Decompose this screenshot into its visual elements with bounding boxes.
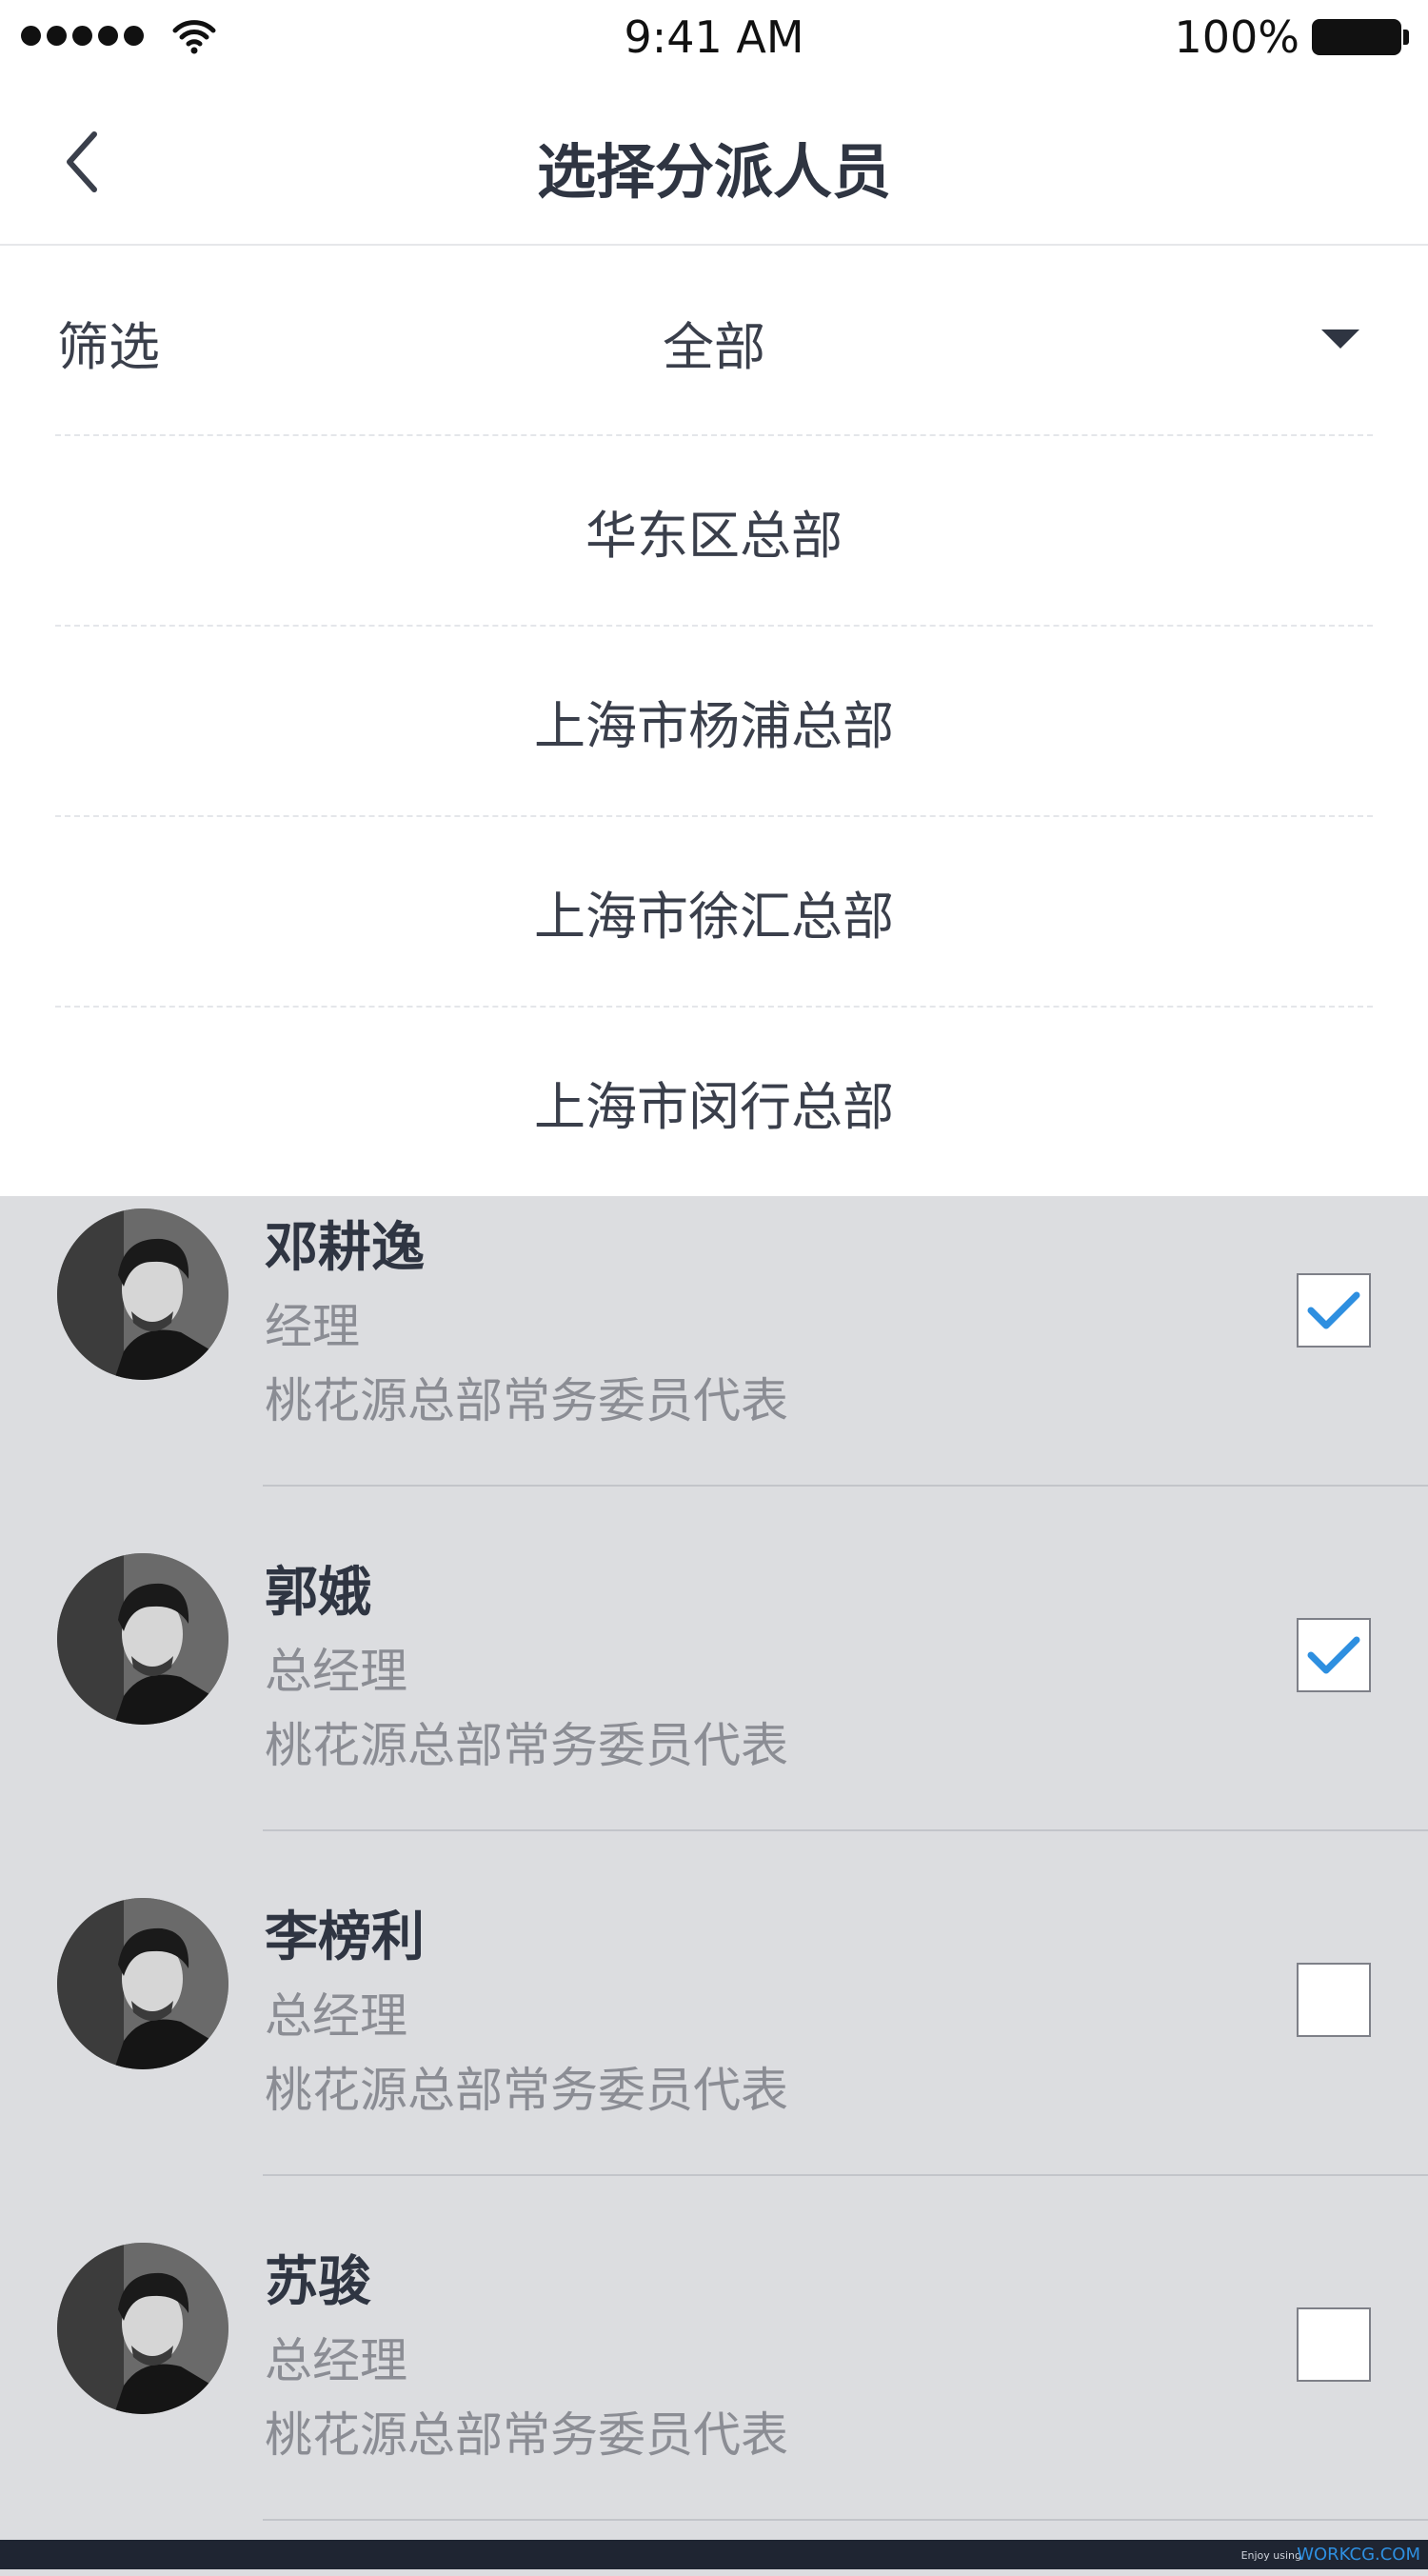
- battery-icon: [1312, 19, 1401, 55]
- row-divider: [263, 1485, 1428, 1487]
- person-role: 经理: [265, 1299, 360, 1354]
- person-role: 总经理: [265, 2333, 407, 2388]
- filter-selector[interactable]: 筛选 全部: [55, 246, 1373, 436]
- filter-option[interactable]: 上海市杨浦总部: [55, 627, 1373, 817]
- footer-strip: Enjoy using WORKCG.COM: [0, 2540, 1428, 2569]
- person-description: 桃花源总部常务委员代表: [265, 2063, 788, 2118]
- avatar: [57, 1208, 228, 1380]
- filter-selected-value: 全部: [663, 317, 765, 377]
- filter-option[interactable]: 上海市徐汇总部: [55, 817, 1373, 1008]
- avatar: [57, 1553, 228, 1725]
- avatar: [57, 1898, 228, 2069]
- person-role: 总经理: [265, 1644, 407, 1699]
- select-checkbox[interactable]: [1297, 1618, 1371, 1692]
- person-name: 邓耕逸: [265, 1217, 425, 1279]
- person-name: 苏骏: [265, 2251, 371, 2313]
- select-checkbox[interactable]: [1297, 1963, 1371, 2037]
- checkmark-icon: [1307, 1291, 1360, 1329]
- person-row[interactable]: 郭娥 总经理 桃花源总部常务委员代表: [0, 1542, 1428, 1887]
- person-name: 郭娥: [265, 1562, 371, 1624]
- footer-text: Enjoy using: [1240, 2549, 1301, 2562]
- checkmark-icon: [1307, 1636, 1360, 1674]
- person-row[interactable]: 李榜利 总经理 桃花源总部常务委员代表: [0, 1887, 1428, 2231]
- person-description: 桃花源总部常务委员代表: [265, 2407, 788, 2463]
- filter-option[interactable]: 华东区总部: [55, 436, 1373, 627]
- person-role: 总经理: [265, 1988, 407, 2044]
- person-row[interactable]: 苏骏 总经理 桃花源总部常务委员代表: [0, 2231, 1428, 2576]
- page-title: 选择分派人员: [536, 137, 891, 207]
- filter-option[interactable]: 上海市闵行总部: [55, 1008, 1373, 1196]
- person-description: 桃花源总部常务委员代表: [265, 1718, 788, 1773]
- row-divider: [263, 2174, 1428, 2176]
- battery-percentage: 100%: [1174, 11, 1299, 63]
- person-row[interactable]: 邓耕逸 经理 桃花源总部常务委员代表: [0, 1197, 1428, 1542]
- caret-down-icon: [1321, 329, 1359, 349]
- person-name: 李榜利: [265, 1907, 425, 1968]
- row-divider: [263, 1829, 1428, 1831]
- filter-dropdown-panel: 筛选 全部 华东区总部 上海市杨浦总部 上海市徐汇总部 上海市闵行总部: [0, 246, 1428, 1196]
- avatar: [57, 2243, 228, 2414]
- battery-tip: [1403, 30, 1409, 45]
- person-description: 桃花源总部常务委员代表: [265, 1373, 788, 1428]
- select-checkbox[interactable]: [1297, 2307, 1371, 2382]
- status-bar: 9:41 AM 100%: [0, 0, 1428, 76]
- navigation-bar: 选择分派人员: [0, 76, 1428, 246]
- row-divider: [263, 2519, 1428, 2521]
- select-checkbox[interactable]: [1297, 1273, 1371, 1348]
- footer-brand: WORKCG.COM: [1297, 2545, 1420, 2565]
